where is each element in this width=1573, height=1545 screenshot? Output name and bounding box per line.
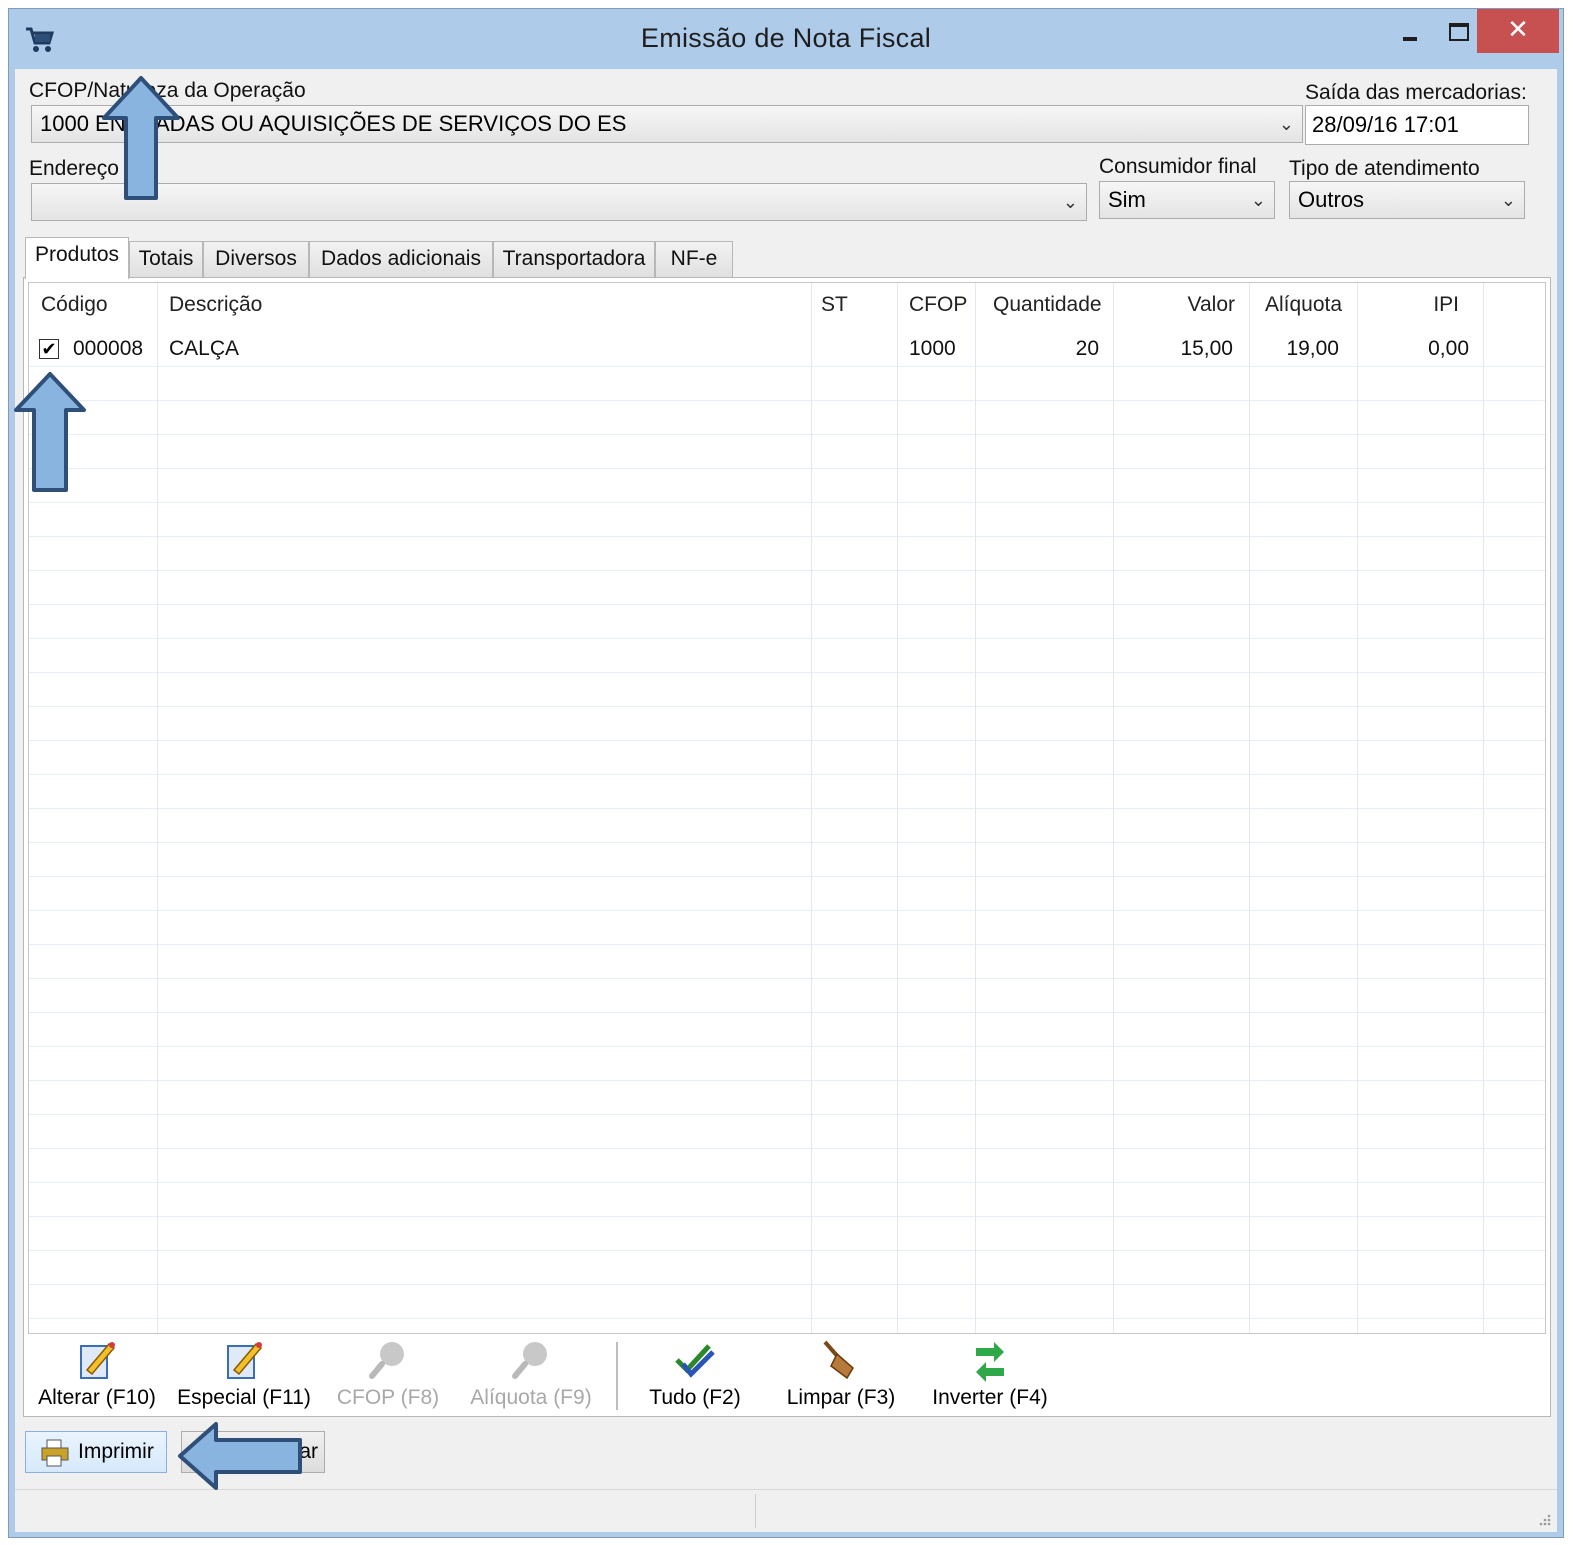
column-header-quantidade[interactable]: Quantidade <box>993 293 1102 317</box>
cfop-label: CFOP (F8) <box>336 1386 440 1409</box>
aliquota-label: Alíquota (F9) <box>470 1386 592 1409</box>
tab-diversos[interactable]: Diversos <box>203 241 309 277</box>
grid-toolbar: Alterar (F10) Especial (F11) CFOP (F8) A… <box>28 1338 1546 1412</box>
column-header-ipi[interactable]: IPI <box>1433 293 1459 317</box>
limpar-label: Limpar (F3) <box>786 1386 896 1409</box>
cell-aliquota: 19,00 <box>1286 337 1339 360</box>
cell-cfop: 1000 <box>909 337 956 360</box>
saida-label: Saída das mercadorias: <box>1305 81 1527 104</box>
column-divider <box>1113 283 1114 1333</box>
column-header-valor[interactable]: Valor <box>1188 293 1235 317</box>
column-divider <box>897 283 898 1333</box>
resize-grip-icon[interactable] <box>1537 1512 1551 1526</box>
tab-dados-adicionais[interactable]: Dados adicionais <box>309 241 493 277</box>
edit-pencil-icon <box>80 1342 116 1379</box>
alterar-button[interactable]: Alterar (F10) <box>32 1338 162 1412</box>
column-divider <box>975 283 976 1333</box>
tudo-button[interactable]: Tudo (F2) <box>640 1338 750 1412</box>
printer-icon <box>41 1439 69 1467</box>
cell-ipi: 0,00 <box>1428 337 1469 360</box>
tipo-atendimento-label: Tipo de atendimento <box>1289 157 1480 180</box>
inverter-button[interactable]: Inverter (F4) <box>924 1338 1056 1412</box>
tab-produtos[interactable]: Produtos <box>25 237 129 279</box>
column-header-descricao[interactable]: Descrição <box>169 293 262 317</box>
tipo-atendimento-select[interactable]: Outros ⌄ <box>1289 181 1525 219</box>
title-bar: Emissão de Nota Fiscal ✕ <box>9 9 1563 69</box>
double-check-icon <box>675 1344 715 1378</box>
broom-icon <box>823 1340 854 1380</box>
imprimir-button[interactable]: Imprimir <box>25 1431 167 1473</box>
annotation-arrow-up-icon <box>14 372 86 492</box>
tudo-label: Tudo (F2) <box>649 1386 741 1409</box>
consumidor-label: Consumidor final <box>1099 155 1257 178</box>
form-client-area: CFOP/Natureza da Operação 1000 ENTRADAS … <box>15 69 1557 1532</box>
main-window: Emissão de Nota Fiscal ✕ CFOP/Natureza d… <box>8 8 1564 1538</box>
cell-quantidade: 20 <box>1075 337 1099 360</box>
endereco-select[interactable]: ⌄ <box>31 183 1087 221</box>
consumidor-value: Sim <box>1108 187 1146 212</box>
produtos-tab-panel: Código Descrição ST CFOP Quantidade Valo… <box>23 277 1551 1417</box>
column-divider <box>157 283 158 1333</box>
edit-pencil-icon <box>227 1342 263 1379</box>
cfop-button[interactable]: CFOP (F8) <box>328 1338 448 1412</box>
chevron-down-icon: ⌄ <box>1250 190 1266 210</box>
annotation-arrow-left-icon <box>178 1422 302 1490</box>
minimize-button[interactable] <box>1389 9 1435 53</box>
column-divider <box>1483 283 1484 1333</box>
window-title: Emissão de Nota Fiscal <box>640 23 932 53</box>
magnifier-icon <box>369 1342 404 1379</box>
products-grid[interactable]: Código Descrição ST CFOP Quantidade Valo… <box>28 282 1546 1334</box>
chevron-down-icon: ⌄ <box>1062 192 1078 212</box>
row-checkbox[interactable]: ✔ <box>39 339 59 359</box>
column-header-st[interactable]: ST <box>821 293 848 317</box>
cell-valor: 15,00 <box>1180 337 1233 360</box>
close-button[interactable]: ✕ <box>1477 9 1559 53</box>
column-divider <box>811 283 812 1333</box>
tipo-atendimento-value: Outros <box>1298 187 1365 212</box>
toolbar-separator <box>616 1342 618 1410</box>
swap-arrows-icon <box>976 1342 1004 1382</box>
tab-totais[interactable]: Totais <box>129 241 203 277</box>
especial-button[interactable]: Especial (F11) <box>170 1338 318 1412</box>
annotation-arrow-up-icon <box>102 76 180 200</box>
saida-datetime-input[interactable]: 28/09/16 17:01 <box>1305 105 1529 145</box>
chevron-down-icon: ⌄ <box>1278 114 1294 134</box>
status-divider <box>755 1494 756 1528</box>
column-header-aliquota[interactable]: Alíquota <box>1265 293 1342 317</box>
aliquota-button[interactable]: Alíquota (F9) <box>464 1338 598 1412</box>
imprimir-label: Imprimir <box>78 1440 154 1463</box>
chevron-down-icon: ⌄ <box>1500 190 1516 210</box>
status-bar <box>15 1489 1557 1532</box>
column-divider <box>1357 283 1358 1333</box>
cell-codigo: 000008 <box>73 337 144 360</box>
consumidor-select[interactable]: Sim ⌄ <box>1099 181 1275 219</box>
grid-row-lines <box>29 333 1545 1333</box>
column-header-codigo[interactable]: Código <box>41 293 108 317</box>
cell-descricao: CALÇA <box>169 337 240 360</box>
inverter-label: Inverter (F4) <box>932 1386 1048 1409</box>
tab-nfe[interactable]: NF-e <box>655 241 733 277</box>
magnifier-icon <box>512 1342 547 1379</box>
column-divider <box>1249 283 1250 1333</box>
cfop-select[interactable]: 1000 ENTRADAS OU AQUISIÇÕES DE SERVIÇOS … <box>31 105 1303 143</box>
alterar-label: Alterar (F10) <box>38 1386 156 1409</box>
tab-transportadora[interactable]: Transportadora <box>493 241 655 277</box>
limpar-button[interactable]: Limpar (F3) <box>780 1338 902 1412</box>
especial-label: Especial (F11) <box>177 1386 311 1409</box>
column-header-cfop[interactable]: CFOP <box>909 293 967 317</box>
